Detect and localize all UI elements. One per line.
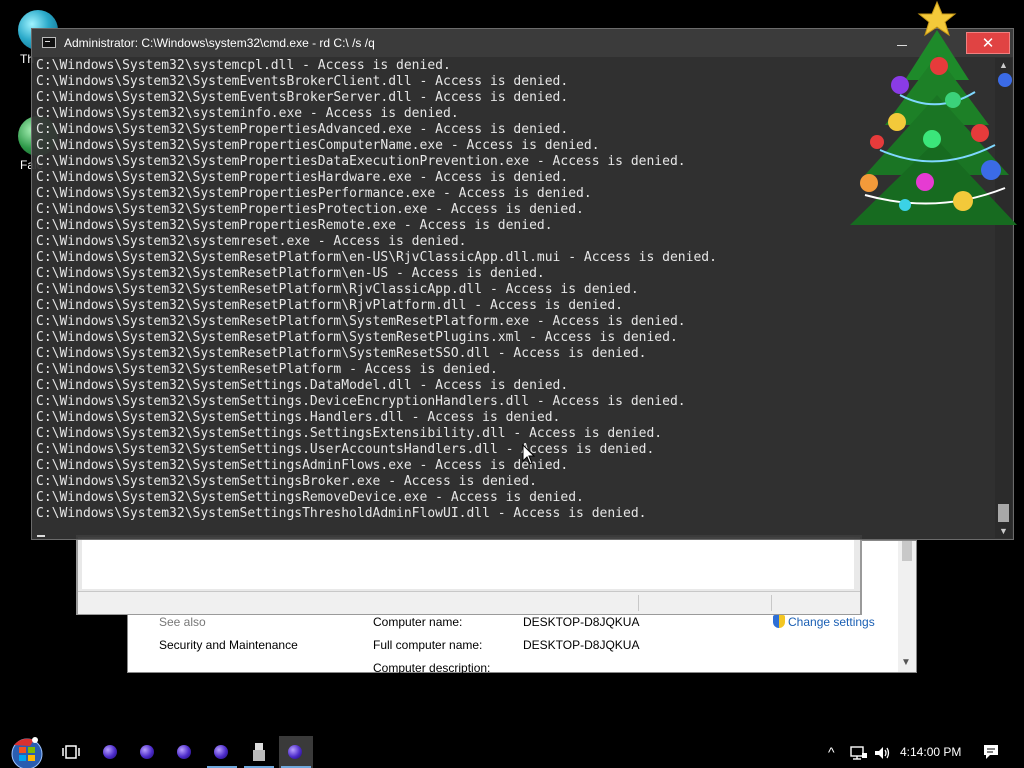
cmd-window-title: Administrator: C:\Windows\system32\cmd.e… <box>64 36 375 50</box>
console-line: C:\Windows\System32\SystemEventsBrokerCl… <box>36 74 569 89</box>
app-orb-icon <box>177 745 191 759</box>
computer-name-value: DESKTOP-D8JQKUA <box>523 615 640 629</box>
console-line: C:\Windows\System32\SystemSettings.Setti… <box>36 426 663 441</box>
console-line: C:\Windows\System32\SystemResetPlatform … <box>36 362 498 377</box>
text-cursor <box>37 535 45 537</box>
see-also-label: See also <box>159 615 206 629</box>
change-settings-link[interactable]: Change settings <box>788 615 875 629</box>
app-orb-icon <box>214 745 228 759</box>
show-hidden-icons-chevron-icon[interactable]: ^ <box>828 744 835 760</box>
console-line: C:\Windows\System32\SystemEventsBrokerSe… <box>36 90 569 105</box>
background-window <box>76 535 862 615</box>
app-orb-icon <box>288 745 302 759</box>
console-line: C:\Windows\System32\SystemPropertiesPerf… <box>36 186 592 201</box>
console-line: C:\Windows\System32\SystemPropertiesComp… <box>36 138 600 153</box>
computer-description-label: Computer description: <box>373 661 491 675</box>
console-line: C:\Windows\System32\systeminfo.exe - Acc… <box>36 106 459 121</box>
console-line: C:\Windows\System32\SystemSettingsBroker… <box>36 474 537 489</box>
full-computer-name-value: DESKTOP-D8JQKUA <box>523 638 640 652</box>
security-maintenance-link[interactable]: Security and Maintenance <box>159 638 298 652</box>
status-separator <box>638 595 639 611</box>
status-separator <box>771 595 772 611</box>
console-line: C:\Windows\System32\SystemSettings.UserA… <box>36 442 655 457</box>
console-line: C:\Windows\System32\SystemPropertiesData… <box>36 154 686 169</box>
scroll-down-icon[interactable]: ▼ <box>999 526 1008 536</box>
console-line: C:\Windows\System32\SystemSettings.DataM… <box>36 378 569 393</box>
system-window-scrollbar[interactable]: ▼ <box>898 541 916 672</box>
computer-name-label: Computer name: <box>373 615 463 629</box>
console-line: C:\Windows\System32\SystemPropertiesProt… <box>36 202 584 217</box>
app-orb-icon <box>103 745 117 759</box>
console-line: C:\Windows\System32\SystemSettings.Handl… <box>36 410 561 425</box>
console-line: C:\Windows\System32\SystemResetPlatform\… <box>36 330 678 345</box>
console-line: C:\Windows\System32\SystemResetPlatform\… <box>36 282 639 297</box>
console-line: C:\Windows\System32\SystemPropertiesHard… <box>36 170 569 185</box>
usb-drive-icon <box>253 743 265 761</box>
console-line: C:\Windows\System32\systemcpl.dll - Acce… <box>36 58 451 73</box>
taskbar-app-button[interactable] <box>242 740 276 768</box>
console-line: C:\Windows\System32\SystemPropertiesAdva… <box>36 122 569 137</box>
scroll-down-icon[interactable]: ▼ <box>901 657 911 668</box>
console-line: C:\Windows\System32\SystemResetPlatform\… <box>36 314 686 329</box>
mouse-pointer-icon <box>522 444 536 465</box>
console-line: C:\Windows\System32\SystemSettingsThresh… <box>36 506 647 521</box>
task-view-button[interactable] <box>62 744 80 760</box>
taskbar-app-button-active[interactable] <box>279 736 313 768</box>
cmd-icon[interactable] <box>42 37 56 48</box>
console-line: C:\Windows\System32\SystemSettings.Devic… <box>36 394 686 409</box>
taskbar-app-button[interactable] <box>131 740 165 764</box>
console-line: C:\Windows\System32\SystemResetPlatform\… <box>36 298 623 313</box>
action-center-icon[interactable] <box>983 744 999 760</box>
start-button[interactable] <box>8 736 46 768</box>
console-line: C:\Windows\System32\SystemSettingsAdminF… <box>36 458 569 473</box>
console-line: C:\Windows\System32\SystemResetPlatform\… <box>36 250 717 265</box>
network-icon[interactable] <box>850 745 868 761</box>
scrollbar-thumb[interactable] <box>902 541 912 561</box>
full-computer-name-label: Full computer name: <box>373 638 483 652</box>
taskbar-clock[interactable]: 4:14:00 PM <box>900 745 961 759</box>
scrollbar-thumb[interactable] <box>998 504 1009 522</box>
taskbar-app-button[interactable] <box>205 740 239 768</box>
console-line: C:\Windows\System32\SystemResetPlatform\… <box>36 266 545 281</box>
console-line: C:\Windows\System32\SystemResetPlatform\… <box>36 346 647 361</box>
background-window-status-bar <box>78 591 860 614</box>
uac-shield-icon <box>773 615 785 628</box>
app-orb-icon <box>140 745 154 759</box>
christmas-tree-icon <box>850 0 1017 225</box>
taskbar-app-button[interactable] <box>94 740 128 764</box>
taskbar: ^ 4:14:00 PM <box>0 736 1024 768</box>
background-window-content <box>82 537 854 589</box>
console-lines: C:\Windows\System32\systemcpl.dll - Acce… <box>36 58 717 522</box>
console-line: C:\Windows\System32\systemreset.exe - Ac… <box>36 234 467 249</box>
volume-icon[interactable] <box>874 745 892 761</box>
console-line: C:\Windows\System32\SystemSettingsRemove… <box>36 490 584 505</box>
desktop: Th Falc See also Security and Maintenanc… <box>0 0 1024 768</box>
console-line: C:\Windows\System32\SystemPropertiesRemo… <box>36 218 553 233</box>
taskbar-app-button[interactable] <box>168 740 202 764</box>
